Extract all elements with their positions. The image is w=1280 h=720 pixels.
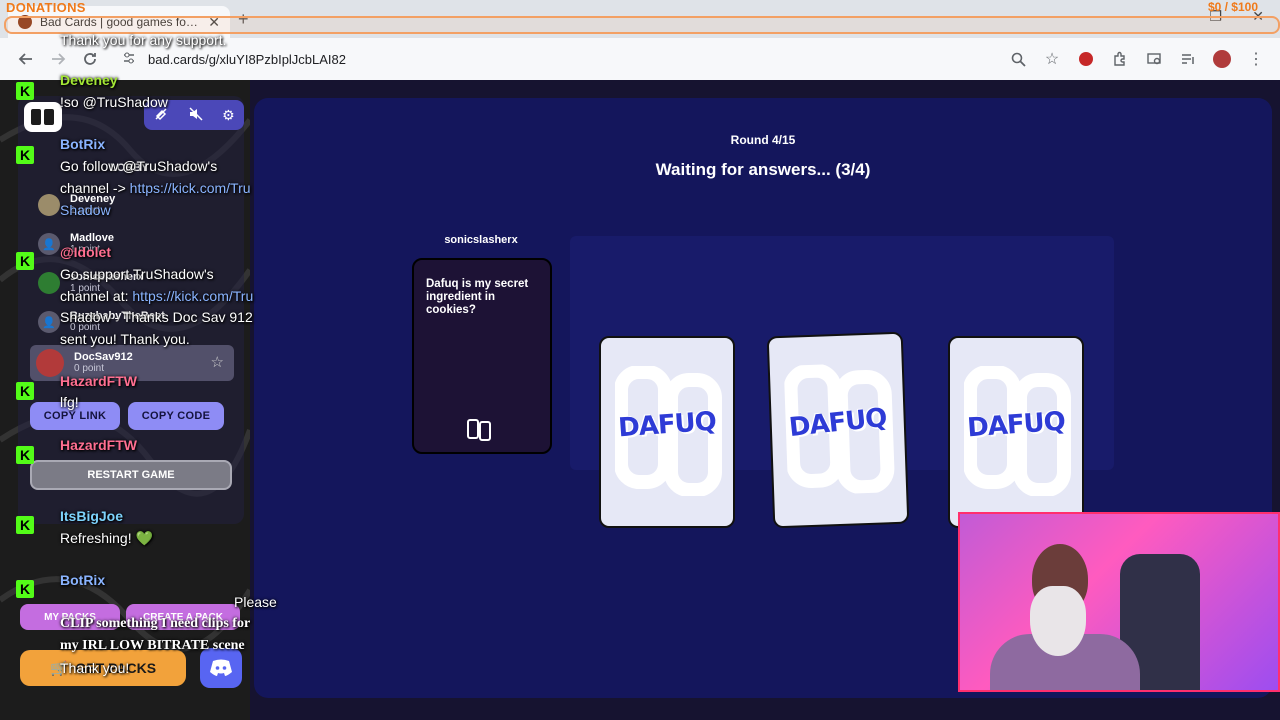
game-status: Waiting for answers... (3/4): [655, 160, 871, 179]
player-avatar: [38, 272, 60, 294]
cast-icon[interactable]: [1138, 43, 1170, 75]
create-pack-button[interactable]: CREATE A PACK: [126, 604, 240, 630]
discord-icon: [210, 659, 232, 676]
lobby-title: LOBBY: [110, 162, 149, 174]
settings-gear-icon[interactable]: ⚙: [222, 107, 235, 124]
tab-title: Bad Cards | good games for yo: [40, 15, 201, 29]
browser-tab[interactable]: Bad Cards | good games for yo ✕: [8, 6, 230, 38]
player-name: sonicslasherx: [70, 271, 144, 283]
audio-settings-bar: ⚙: [144, 100, 244, 130]
streamer-beard: [1030, 586, 1086, 656]
lobby-player: 👤 Madlove 1 point: [38, 229, 228, 259]
bad-cards-home-logo[interactable]: [24, 102, 62, 132]
back-icon[interactable]: [10, 43, 42, 75]
player-name: Deveney: [70, 193, 116, 205]
media-controls-icon[interactable]: [1172, 43, 1204, 75]
extension-icon[interactable]: [1070, 43, 1102, 75]
mute-voice-icon[interactable]: [153, 106, 169, 125]
address-bar[interactable]: bad.cards/g/xluYI8PzbIplJcbLAI82: [110, 42, 1040, 76]
my-packs-button[interactable]: MY PACKS: [20, 604, 120, 630]
streamer-webcam: [958, 512, 1280, 692]
lobby-player-self: DocSav912 0 point ☆: [30, 345, 234, 381]
copy-code-button[interactable]: COPY CODE: [128, 402, 224, 430]
prompt-text: Dafuq is my secret ingredient in cookies…: [426, 278, 529, 316]
url-text[interactable]: bad.cards/g/xluYI8PzbIplJcbLAI82: [148, 52, 346, 67]
user-icon: 👤: [38, 233, 60, 255]
lobby-player: Deveney 1 point: [38, 190, 228, 220]
player-avatar: [38, 194, 60, 216]
close-window-icon[interactable]: ✕: [1252, 8, 1264, 25]
player-points: 1 point: [70, 283, 101, 294]
restore-window-icon[interactable]: ❐: [1209, 8, 1222, 25]
copy-link-button[interactable]: COPY LINK: [30, 402, 120, 430]
browser-tabstrip: Bad Cards | good games for yo ✕ + ❐ ✕: [0, 0, 1280, 38]
browser-toolbar: bad.cards/g/xluYI8PzbIplJcbLAI82 ☆ ⋮: [0, 38, 1280, 80]
user-icon: 👤: [38, 311, 60, 333]
lobby-player: sonicslasherx 1 point: [38, 268, 228, 298]
player-points: 0 point: [74, 363, 105, 374]
mute-sound-icon[interactable]: [188, 106, 204, 125]
discord-button[interactable]: [200, 648, 242, 688]
bad-cards-logo-icon: [467, 419, 491, 441]
restart-game-button[interactable]: RESTART GAME: [30, 460, 232, 490]
forward-icon[interactable]: [42, 43, 74, 75]
card-czar-name: sonicslasherx: [444, 234, 518, 246]
new-tab-icon[interactable]: +: [238, 9, 249, 30]
toolbar-actions: ☆ ⋮: [1002, 43, 1272, 75]
player-name: BuzzbabyTheBest: [70, 310, 165, 322]
favorite-star-icon[interactable]: ☆: [211, 353, 224, 371]
site-info-icon[interactable]: [122, 51, 136, 68]
round-indicator: Round 4/15: [730, 133, 796, 147]
cart-icon: 🛒: [49, 659, 68, 676]
close-tab-icon[interactable]: ✕: [208, 14, 220, 31]
lobby-player: 👤 BuzzbabyTheBest 0 point: [38, 307, 228, 337]
player-points: 1 point: [70, 244, 101, 255]
player-name: Madlove: [70, 232, 115, 244]
player-avatar: [36, 349, 64, 377]
answer-card[interactable]: DAFUQ: [948, 336, 1084, 528]
menu-kebab-icon[interactable]: ⋮: [1240, 43, 1272, 75]
answer-card[interactable]: DAFUQ: [599, 336, 735, 528]
player-points: 0 point: [70, 322, 101, 333]
reload-icon[interactable]: [74, 43, 106, 75]
get-packs-button[interactable]: 🛒 GET PACKS: [20, 650, 186, 686]
extensions-puzzle-icon[interactable]: [1104, 43, 1136, 75]
zoom-icon[interactable]: [1002, 43, 1034, 75]
answer-card[interactable]: DAFUQ: [766, 331, 910, 529]
get-packs-label: GET PACKS: [75, 660, 157, 676]
restart-game-label: RESTART GAME: [87, 469, 175, 481]
site-favicon-icon: [18, 15, 32, 29]
player-points: 1 point: [70, 205, 101, 216]
profile-avatar[interactable]: [1206, 43, 1238, 75]
player-name: DocSav912: [74, 351, 133, 363]
bookmark-star-icon[interactable]: ☆: [1036, 43, 1068, 75]
